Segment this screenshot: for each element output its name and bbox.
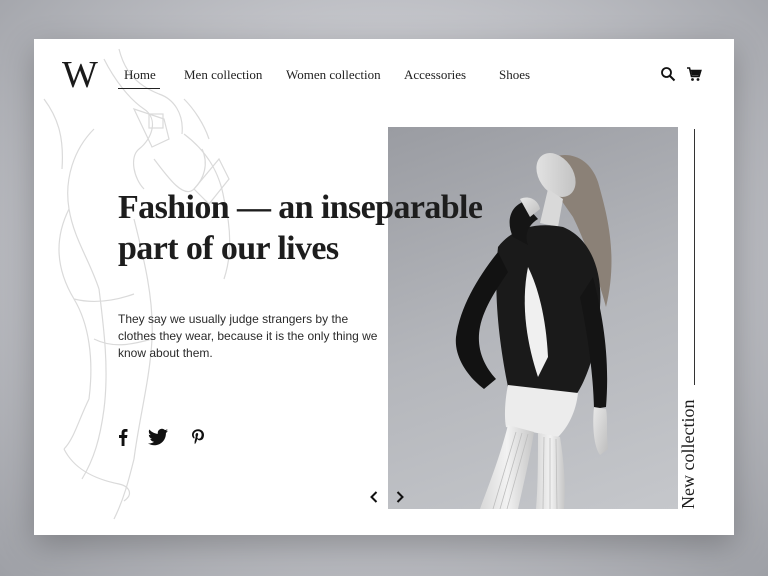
hero-photo	[388, 127, 678, 509]
cart-icon[interactable]	[686, 66, 702, 82]
fashion-sketch-illustration	[43, 48, 231, 520]
chevron-right-icon[interactable]	[393, 489, 407, 505]
model-figure-illustration	[455, 153, 612, 509]
nav-accessories[interactable]: Accessories	[404, 67, 466, 83]
headline-line-1: Fashion — an inseparable	[118, 189, 483, 226]
headline-line-2: part of our lives	[118, 230, 339, 267]
nav-women-collection[interactable]: Women collection	[286, 67, 381, 83]
search-icon[interactable]	[660, 66, 676, 82]
pinterest-icon[interactable]	[192, 427, 204, 447]
chevron-left-icon[interactable]	[367, 489, 381, 505]
nav-shoes[interactable]: Shoes	[499, 67, 530, 83]
hero-headline: Fashion — an inseparable part of our liv…	[118, 187, 518, 269]
nav-men-collection[interactable]: Men collection	[184, 67, 262, 83]
hero-description: They say we usually judge strangers by t…	[118, 312, 378, 360]
twitter-icon[interactable]	[148, 427, 168, 447]
facebook-icon[interactable]	[118, 427, 128, 447]
new-collection-link[interactable]: New collection	[678, 379, 699, 509]
landing-card: W Home Men collection Women collection A…	[34, 39, 734, 535]
vertical-divider	[694, 129, 695, 385]
main-nav: Home Men collection Women collection Acc…	[34, 67, 734, 89]
nav-home[interactable]: Home	[118, 67, 160, 89]
